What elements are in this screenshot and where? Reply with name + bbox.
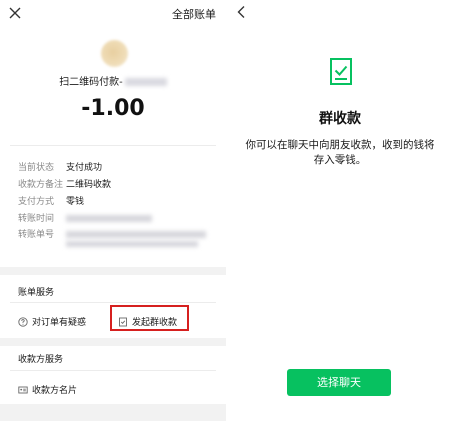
detail-label: 转账单号: [18, 230, 55, 240]
payee-service-title: 收款方服务: [18, 355, 64, 365]
detail-label: 当前状态: [18, 163, 55, 173]
group-collect-description: 你可以在聊天中向朋友收款，收到的钱将存入零钱。: [245, 139, 435, 166]
bottom-band: [0, 404, 226, 421]
detail-value: 二维码收款: [66, 180, 112, 190]
question-order-item[interactable]: 对订单有疑惑: [18, 315, 86, 328]
detail-label: 收款方备注: [18, 180, 64, 190]
detail-row-transfer-number: 转账单号: [18, 227, 206, 240]
highlight-box: [110, 305, 189, 331]
all-bills-link[interactable]: 全部账单: [172, 6, 216, 22]
payment-amount: -1.00: [81, 96, 145, 121]
question-order-label: 对订单有疑惑: [32, 318, 87, 328]
redacted-value: [66, 231, 206, 238]
group-collect-title: 群收款: [319, 111, 361, 127]
bill-service-title: 账单服务: [18, 288, 55, 298]
detail-value: 支付成功: [66, 163, 103, 173]
select-chat-button[interactable]: 选择聊天: [287, 369, 391, 396]
merchant-name-text: 扫二维码付款-: [59, 77, 123, 88]
merchant-name-redacted: [124, 78, 167, 86]
detail-row-payment-method: 支付方式 零钱: [18, 194, 85, 207]
redacted-value: [66, 215, 152, 222]
divider: [10, 145, 216, 146]
section-gap: [0, 267, 226, 275]
divider: [10, 302, 216, 303]
detail-row-transfer-time: 转账时间: [18, 211, 152, 224]
redacted-value-line2: [66, 241, 198, 247]
help-circle-icon: [18, 316, 28, 327]
section-gap: [0, 338, 226, 346]
detail-row-payee-note: 收款方备注 二维码收款: [18, 177, 112, 190]
detail-row-status: 当前状态 支付成功: [18, 160, 103, 173]
group-collect-panel: 群收款 你可以在聊天中向朋友收款，收到的钱将存入零钱。 选择聊天: [228, 0, 452, 421]
document-check-icon: [330, 58, 352, 85]
card-icon: [18, 386, 28, 393]
bill-detail-panel: 全部账单 扫二维码付款- -1.00 当前状态 支付成功 收款方备注 二维码收款 支…: [0, 0, 226, 421]
close-icon[interactable]: [8, 6, 22, 20]
payee-card-item[interactable]: 收款方名片: [18, 383, 77, 396]
back-chevron-icon[interactable]: [236, 5, 246, 19]
payee-card-label: 收款方名片: [32, 386, 78, 396]
divider: [10, 370, 216, 371]
merchant-avatar: [101, 40, 128, 67]
merchant-name: 扫二维码付款-: [0, 73, 226, 88]
detail-value: 零钱: [66, 197, 85, 207]
detail-label: 转账时间: [18, 214, 55, 224]
detail-label: 支付方式: [18, 197, 55, 207]
